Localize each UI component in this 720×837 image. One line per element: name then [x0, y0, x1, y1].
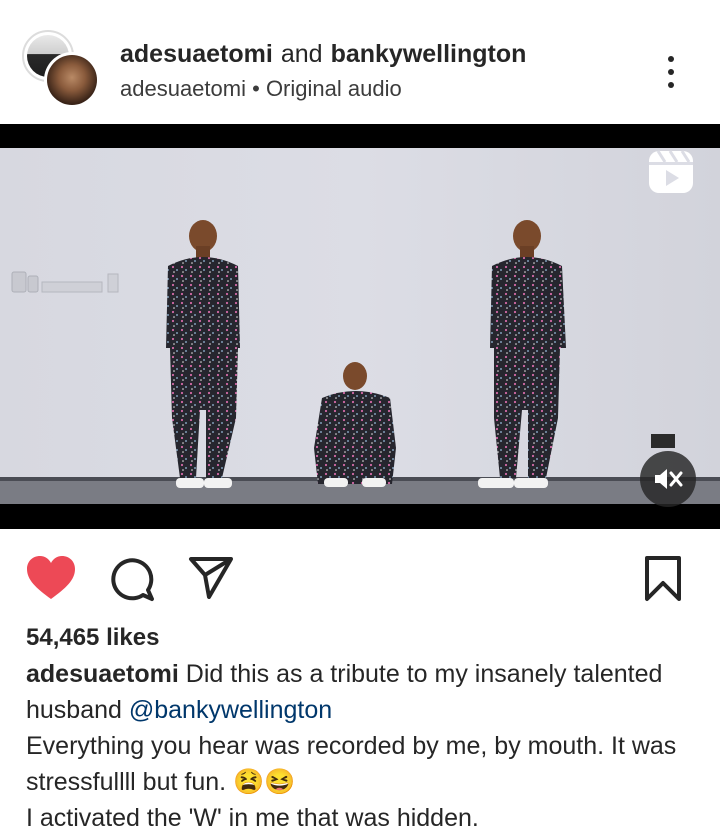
video-player[interactable]: [0, 124, 720, 529]
speaker-muted-icon: [655, 469, 683, 489]
send-icon[interactable]: [187, 555, 235, 599]
post-header: adesuaetomi and bankywellington adesuaetom…: [0, 0, 720, 124]
video-frame: [0, 148, 720, 504]
audio-separator: •: [252, 76, 260, 101]
post-authors: adesuaetomi and bankywellington: [120, 38, 526, 70]
more-vertical-icon: [668, 56, 674, 62]
audio-attribution[interactable]: adesuaetomi • Original audio: [120, 74, 402, 104]
caption-line-3: I activated the 'W' in me that was hidde…: [26, 804, 479, 832]
comment-icon[interactable]: [108, 555, 156, 603]
caption-line-2: Everything you hear was recorded by me, …: [26, 732, 677, 796]
author-connector: and: [280, 40, 323, 68]
audio-label: Original audio: [265, 76, 402, 101]
heart-filled-icon[interactable]: [26, 555, 76, 601]
avatar-adesuaetomi[interactable]: [44, 52, 100, 108]
audio-owner: adesuaetomi: [120, 76, 246, 101]
action-bar: [0, 540, 720, 620]
bookmark-icon[interactable]: [644, 555, 682, 603]
caption-username-link[interactable]: adesuaetomi: [26, 660, 179, 688]
author-primary-link[interactable]: adesuaetomi: [120, 40, 273, 68]
more-options-button[interactable]: [656, 52, 686, 92]
author-secondary-link[interactable]: bankywellington: [331, 40, 527, 68]
caption-first-paragraph: adesuaetomi Did this as a tribute to my …: [26, 656, 706, 728]
mute-toggle-button[interactable]: [640, 451, 696, 507]
like-count[interactable]: 54,465 likes: [26, 622, 159, 654]
reel-icon: [649, 150, 693, 193]
post-caption: adesuaetomi Did this as a tribute to my …: [26, 656, 706, 836]
caption-mention-link[interactable]: @bankywellington: [129, 696, 332, 724]
